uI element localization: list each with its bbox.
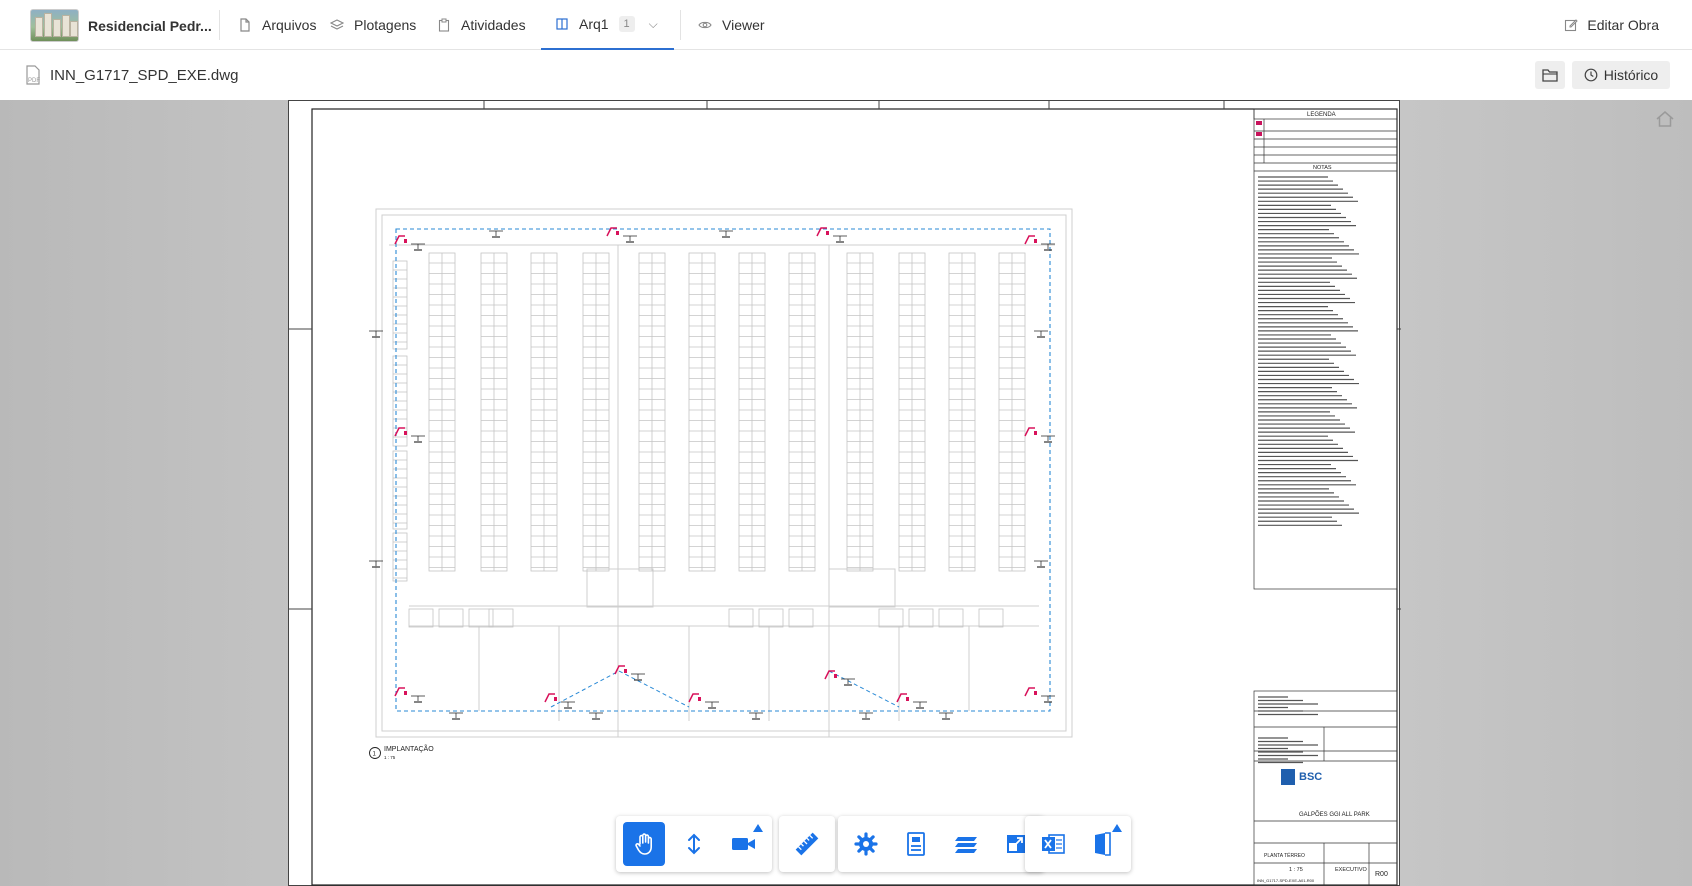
file-title: PDF INN_G1717_SPD_EXE.dwg <box>23 50 238 100</box>
toolbar-group-export <box>1025 816 1131 872</box>
layers-button[interactable] <box>945 822 987 866</box>
camera-tool-button[interactable] <box>723 822 765 866</box>
toolbar-group-model <box>838 816 1044 872</box>
ruler-icon <box>795 832 819 856</box>
tab-arq1[interactable]: Arq1 1 ⌵ <box>541 0 674 50</box>
svg-text:LEGENDA: LEGENDA <box>1307 112 1336 118</box>
svg-text:NOTAS: NOTAS <box>1313 165 1332 171</box>
submenu-indicator <box>1112 824 1122 832</box>
svg-text:PLANTA TÉRREO: PLANTA TÉRREO <box>1264 852 1305 859</box>
history-button[interactable]: Histórico <box>1572 61 1670 89</box>
svg-text:IMPLANTAÇÃO: IMPLANTAÇÃO <box>384 744 434 753</box>
svg-text:BSC: BSC <box>1299 771 1322 783</box>
hand-pan-icon <box>635 833 652 855</box>
eye-icon <box>698 21 712 29</box>
svg-text:R00: R00 <box>1375 871 1388 878</box>
chevron-down-icon[interactable]: ⌵ <box>649 17 658 32</box>
history-label: Histórico <box>1603 67 1659 83</box>
pdf-file-icon: PDF <box>26 65 40 85</box>
properties-button[interactable] <box>895 822 937 866</box>
edit-label: Editar Obra <box>1587 17 1659 33</box>
excel-export-icon <box>1042 834 1065 854</box>
cad-drawing: LEGENDA NOTAS BSC GALPÕES GGI ALL PARK P… <box>289 101 1401 886</box>
tab-viewer[interactable]: Viewer <box>698 0 765 50</box>
tab-atividades[interactable]: Atividades <box>437 0 526 50</box>
sheets-button[interactable] <box>1082 822 1124 866</box>
svg-text:1 : 75: 1 : 75 <box>1289 867 1303 873</box>
clipboard-icon <box>438 18 450 32</box>
file-name: INN_G1717_SPD_EXE.dwg <box>50 66 239 84</box>
properties-icon <box>907 832 925 856</box>
drawing-sheet: LEGENDA NOTAS BSC GALPÕES GGI ALL PARK P… <box>288 100 1401 886</box>
edit-icon <box>1565 19 1579 32</box>
divider <box>680 10 681 40</box>
svg-text:1 : 75: 1 : 75 <box>384 755 396 760</box>
camera-icon <box>732 838 755 850</box>
book-icon <box>556 18 568 30</box>
pan-tool-button[interactable] <box>623 822 665 866</box>
svg-text:EXECUTIVO: EXECUTIVO <box>1335 867 1368 873</box>
file-icon <box>240 18 250 32</box>
toolbar-group-measure <box>779 816 835 872</box>
tab-label: Arquivos <box>262 17 317 33</box>
svg-text:PDF: PDF <box>28 78 40 84</box>
divider <box>219 10 220 40</box>
home-view-icon[interactable] <box>1655 110 1675 133</box>
expand-icon <box>1007 835 1025 853</box>
settings-button[interactable] <box>845 822 887 866</box>
edit-project-button[interactable]: Editar Obra <box>1564 0 1659 50</box>
bsc-logo: BSC <box>1281 769 1322 785</box>
project-selector[interactable]: Residencial Pedr... <box>30 9 212 42</box>
measure-tool-button[interactable] <box>786 822 828 866</box>
tab-label: Atividades <box>461 17 526 33</box>
top-bar: Residencial Pedr... Arquivos Plotagens A… <box>0 0 1692 50</box>
tab-label: Viewer <box>722 17 765 33</box>
drawing-viewer[interactable]: LEGENDA NOTAS BSC GALPÕES GGI ALL PARK P… <box>0 100 1692 886</box>
svg-text:1: 1 <box>373 752 377 758</box>
sheets-book-icon <box>1095 832 1111 856</box>
export-excel-button[interactable] <box>1032 822 1074 866</box>
layers-icon <box>330 19 344 30</box>
project-name: Residencial Pedr... <box>88 17 212 34</box>
svg-text:INN_G1717-SPD-EXE-A01-R00: INN_G1717-SPD-EXE-A01-R00 <box>1257 878 1315 883</box>
settings-gear-icon <box>854 832 878 856</box>
file-bar: PDF INN_G1717_SPD_EXE.dwg Histórico <box>0 50 1692 100</box>
elevation-arrows-icon <box>688 833 700 855</box>
tab-arquivos[interactable]: Arquivos <box>238 0 316 50</box>
tab-plotagens[interactable]: Plotagens <box>330 0 416 50</box>
elevation-tool-button[interactable] <box>673 822 715 866</box>
folder-icon <box>1542 69 1558 82</box>
tab-label: Arq1 <box>579 16 609 32</box>
svg-text:GALPÕES GGI ALL PARK: GALPÕES GGI ALL PARK <box>1299 811 1370 818</box>
submenu-indicator <box>753 824 763 832</box>
tab-label: Plotagens <box>354 17 417 33</box>
open-folder-button[interactable] <box>1535 61 1565 89</box>
tab-badge: 1 <box>618 16 635 32</box>
clock-icon <box>1584 68 1598 82</box>
layers-stack-icon <box>955 837 977 853</box>
toolbar-group-navigation <box>616 816 772 872</box>
project-thumbnail <box>30 9 79 42</box>
